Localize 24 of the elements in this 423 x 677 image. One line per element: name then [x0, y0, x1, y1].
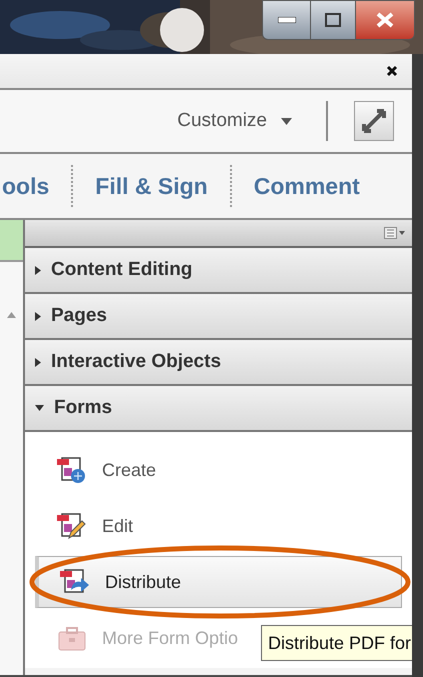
collapsed-caret-icon	[35, 312, 41, 320]
caret-icon	[281, 118, 292, 124]
collapsed-caret-icon	[35, 358, 41, 366]
tab[interactable]: Fill & Sign	[73, 168, 230, 204]
maximize-button[interactable]	[311, 0, 355, 40]
customize-button[interactable]: Customize	[177, 106, 292, 136]
minimize-button[interactable]	[262, 0, 311, 40]
close-icon	[376, 12, 394, 28]
tool-item[interactable]: Create	[35, 444, 402, 496]
collapsed-caret-icon	[35, 266, 41, 274]
tool-item[interactable]: Distribute	[35, 556, 402, 608]
tab[interactable]: Comment	[232, 168, 382, 204]
side-panel-strip	[0, 220, 23, 262]
expand-icon	[360, 107, 388, 135]
expand-button[interactable]	[354, 101, 394, 141]
expanded-caret-icon	[35, 405, 44, 411]
minimize-icon	[278, 17, 296, 23]
maximize-icon	[325, 13, 341, 27]
tab[interactable]: ools	[0, 168, 72, 204]
close-button[interactable]	[355, 0, 415, 40]
close-icon[interactable]	[386, 65, 398, 77]
scroll-up-icon[interactable]	[7, 312, 16, 318]
tool-item[interactable]: Edit	[35, 500, 402, 552]
panel-menu-icon[interactable]	[384, 227, 406, 239]
